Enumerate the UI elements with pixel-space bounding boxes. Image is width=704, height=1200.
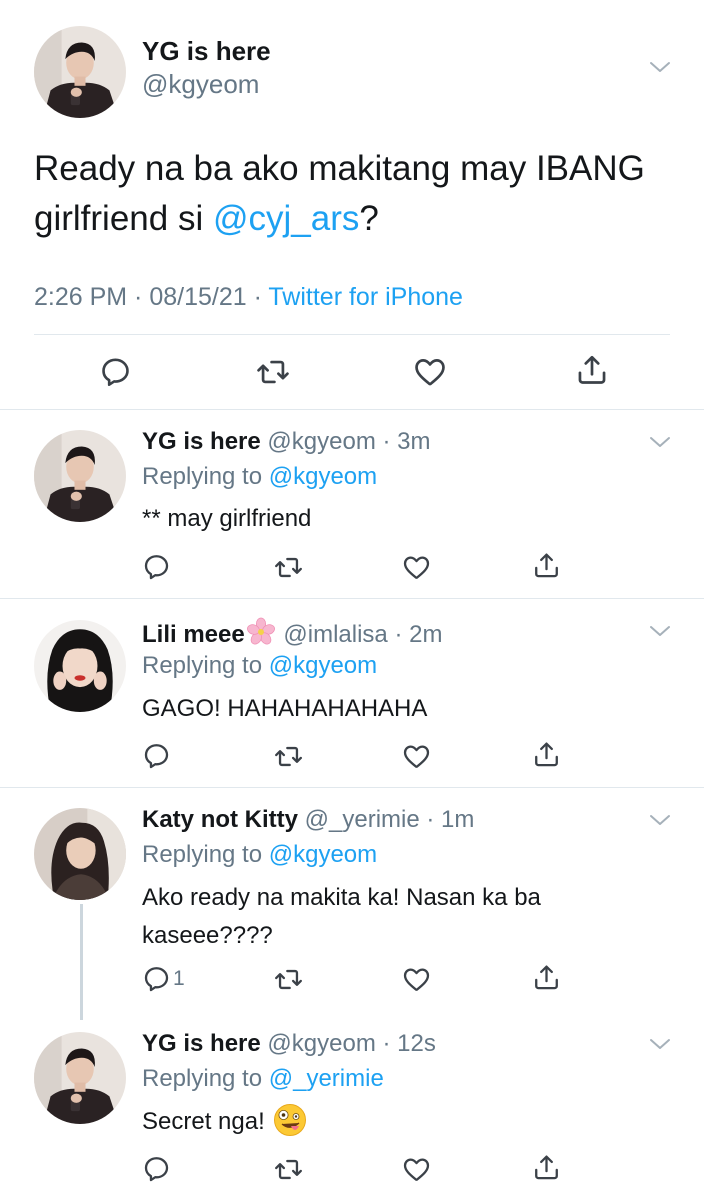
reply-text: Secret nga!: [142, 1103, 682, 1141]
divider: [0, 787, 704, 788]
avatar[interactable]: [34, 26, 126, 118]
tweet-text-tail: ?: [359, 199, 379, 238]
reply-button[interactable]: 1: [142, 964, 185, 993]
share-button[interactable]: [532, 551, 561, 580]
display-name[interactable]: YG is here: [142, 36, 271, 67]
like-button[interactable]: [402, 965, 431, 994]
like-button[interactable]: [402, 742, 431, 771]
handle-time[interactable]: @kgyeom · 3m: [267, 428, 430, 455]
thread-line: [80, 904, 83, 1020]
share-icon: [532, 963, 561, 992]
display-name[interactable]: YG is here: [142, 428, 261, 455]
reply-header: Katy not Kitty @_yerimie · 1m: [142, 806, 474, 834]
like-icon: [402, 742, 431, 771]
share-button[interactable]: [532, 963, 561, 992]
retweet-icon: [256, 355, 290, 389]
reply-header: YG is here @kgyeom · 12s: [142, 1030, 436, 1058]
reply-icon: [142, 1154, 171, 1183]
reply-button[interactable]: [142, 741, 173, 770]
retweet-button[interactable]: [274, 742, 303, 771]
reply-text: ** may girlfriend: [142, 505, 312, 532]
chevron-down-icon[interactable]: [648, 812, 672, 828]
share-icon: [575, 353, 609, 387]
handle-time[interactable]: @kgyeom · 12s: [267, 1030, 435, 1057]
replying-to: Replying to @_yerimie: [142, 1065, 384, 1093]
retweet-button[interactable]: [274, 1155, 303, 1184]
reply-button[interactable]: [142, 552, 173, 581]
handle-time[interactable]: @imlalisa · 2m: [283, 621, 442, 648]
share-icon: [532, 740, 561, 769]
like-button[interactable]: [402, 553, 431, 582]
handle[interactable]: @kgyeom: [142, 69, 259, 100]
tweet-text: Ready na ba ako makitang may IBANG girlf…: [34, 144, 684, 244]
reply-icon: [142, 964, 171, 993]
share-button[interactable]: [532, 740, 561, 769]
retweet-icon: [274, 965, 303, 994]
like-icon: [413, 355, 447, 389]
replying-prefix: Replying to: [142, 463, 269, 490]
replying-to-link[interactable]: @_yerimie: [269, 1065, 384, 1092]
divider: [34, 334, 670, 335]
avatar[interactable]: [34, 1032, 126, 1124]
reply-text: Ako ready na makita ka! Nasan ka ba kase…: [142, 884, 541, 949]
reply-text: GAGO! HAHAHAHAHAHA: [142, 695, 428, 722]
reply-header: Lili meee @imlalisa · 2m: [142, 617, 442, 649]
display-name[interactable]: Lili meee: [142, 621, 245, 648]
replying-prefix: Replying to: [142, 841, 269, 868]
share-button[interactable]: [575, 353, 609, 387]
avatar[interactable]: [34, 808, 126, 900]
reply-icon: [142, 741, 171, 770]
avatar[interactable]: [34, 430, 126, 522]
divider: [0, 409, 704, 410]
reply-count: 1: [173, 966, 185, 990]
avatar[interactable]: [34, 620, 126, 712]
retweet-button[interactable]: [256, 355, 290, 389]
reply-button[interactable]: [99, 355, 132, 388]
replying-to-link[interactable]: @kgyeom: [269, 841, 377, 868]
source-link[interactable]: Twitter for iPhone: [268, 283, 463, 311]
timestamp: 2:26 PM · 08/15/21 ·: [34, 283, 269, 311]
zany-face-emoji: [273, 1103, 307, 1137]
retweet-icon: [274, 553, 303, 582]
reply-icon: [142, 552, 171, 581]
replying-to-link[interactable]: @kgyeom: [269, 652, 377, 679]
mention-link[interactable]: @cyj_ars: [213, 199, 359, 238]
reply-text-body: Secret nga!: [142, 1108, 265, 1135]
share-button[interactable]: [532, 1153, 561, 1182]
replying-prefix: Replying to: [142, 1065, 269, 1092]
like-button[interactable]: [402, 1155, 431, 1184]
chevron-down-icon[interactable]: [648, 434, 672, 450]
reply-button[interactable]: [142, 1154, 173, 1183]
retweet-icon: [274, 742, 303, 771]
retweet-icon: [274, 1155, 303, 1184]
divider: [0, 598, 704, 599]
like-icon: [402, 1155, 431, 1184]
replying-to-link[interactable]: @kgyeom: [269, 463, 377, 490]
chevron-down-icon[interactable]: [648, 1036, 672, 1052]
tweet-meta: 2:26 PM · 08/15/21 · Twitter for iPhone: [34, 283, 463, 312]
like-button[interactable]: [413, 355, 447, 389]
like-icon: [402, 553, 431, 582]
handle-time[interactable]: @_yerimie · 1m: [305, 806, 475, 833]
retweet-button[interactable]: [274, 553, 303, 582]
display-name[interactable]: Katy not Kitty: [142, 806, 298, 833]
share-icon: [532, 1153, 561, 1182]
cherry-blossom-emoji: [245, 617, 277, 647]
share-icon: [532, 551, 561, 580]
reply-header: YG is here @kgyeom · 3m: [142, 428, 430, 456]
replying-to: Replying to @kgyeom: [142, 841, 377, 869]
replying-prefix: Replying to: [142, 652, 269, 679]
replying-to: Replying to @kgyeom: [142, 463, 377, 491]
replying-to: Replying to @kgyeom: [142, 652, 377, 680]
display-name[interactable]: YG is here: [142, 1030, 261, 1057]
chevron-down-icon[interactable]: [648, 623, 672, 639]
reply-icon: [99, 355, 132, 388]
retweet-button[interactable]: [274, 965, 303, 994]
chevron-down-icon[interactable]: [648, 59, 672, 75]
like-icon: [402, 965, 431, 994]
